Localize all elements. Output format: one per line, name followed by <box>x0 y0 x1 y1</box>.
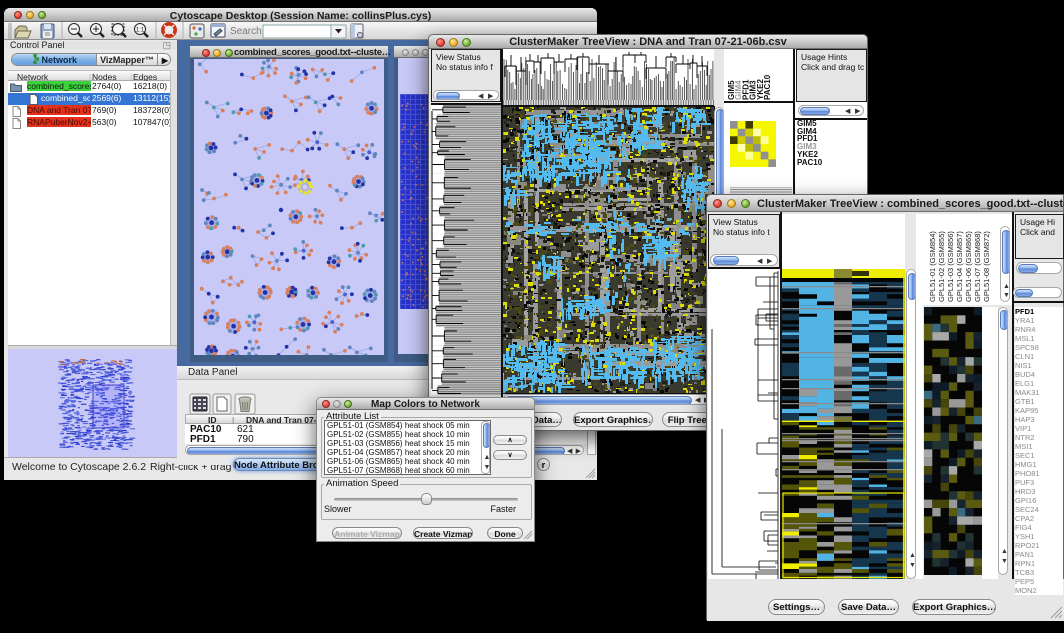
svg-text:GPL51-08 (GSM872): GPL51-08 (GSM872) <box>982 231 991 302</box>
svg-text:PAC10: PAC10 <box>763 74 772 100</box>
svg-text:GPL51-04 (GSM857): GPL51-04 (GSM857) <box>955 231 964 302</box>
svg-text:GPL51-07 (GSM868): GPL51-07 (GSM868) <box>973 231 982 302</box>
svg-text:Search:: Search: <box>230 26 264 37</box>
svg-text:1:1: 1:1 <box>136 28 145 34</box>
svg-text:GPL51-01 (GSM854): GPL51-01 (GSM854) <box>928 231 937 302</box>
svg-text:GPL51-06 (GSM865): GPL51-06 (GSM865) <box>964 231 973 302</box>
svg-text:GPL51-03 (GSM856): GPL51-03 (GSM856) <box>946 231 955 302</box>
svg-text:GPL51-02 (GSM855): GPL51-02 (GSM855) <box>937 231 946 302</box>
